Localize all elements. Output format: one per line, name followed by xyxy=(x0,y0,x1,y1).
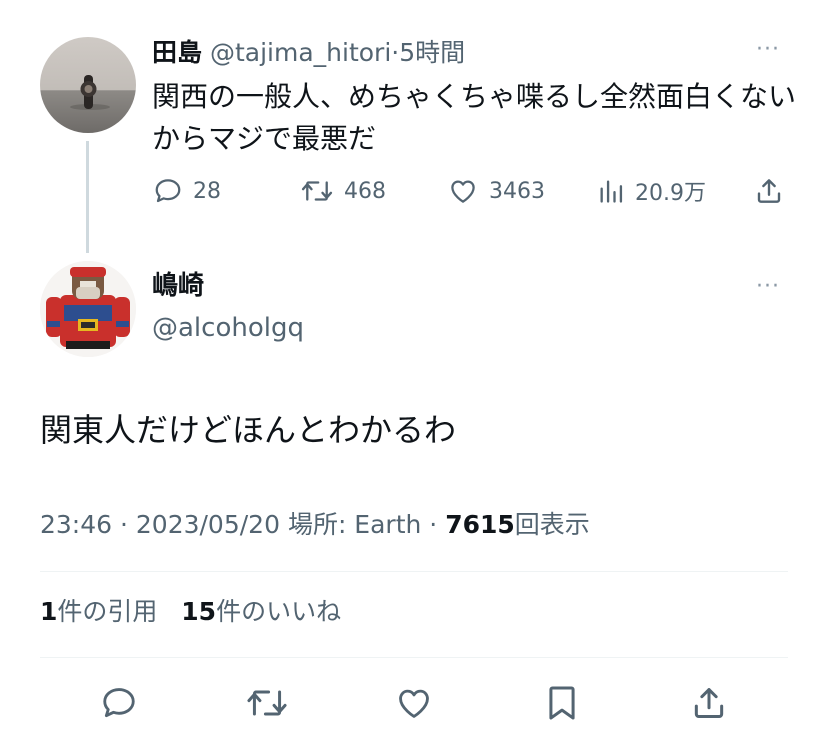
main-tweet-text: 関東人だけどほんとわかるわ xyxy=(40,411,457,449)
like-label: 件のいいね xyxy=(216,597,342,626)
heart-icon xyxy=(451,180,475,203)
divider xyxy=(40,571,788,572)
meta-separator: · xyxy=(112,510,136,539)
reply-icon xyxy=(103,688,135,718)
parent-retweet-button[interactable]: 468 xyxy=(300,175,386,207)
reply-icon xyxy=(155,179,181,203)
bookmark-icon xyxy=(549,686,575,720)
tweet-metadata: 23:46 · 2023/05/20 場所: Earth · 7615回表示 xyxy=(40,508,590,542)
parent-tweet-text: 関西の一般人、めちゃくちゃ喋るし全然面白くないからマジで最悪だ xyxy=(152,80,797,155)
parent-more-icon[interactable]: ··· xyxy=(756,39,780,61)
engagement-stats: 1件の引用 15件のいいね xyxy=(40,595,341,629)
main-more-icon[interactable]: ··· xyxy=(756,276,780,298)
parent-like-button[interactable]: 3463 xyxy=(447,175,545,207)
view-label: 回表示 xyxy=(514,510,590,539)
meta-separator: · xyxy=(421,510,446,539)
heart-icon xyxy=(399,689,429,718)
parent-reply-button[interactable]: 28 xyxy=(153,175,221,207)
main-handle[interactable]: @alcoholgq xyxy=(152,312,304,344)
tweet-location: 場所: Earth xyxy=(287,510,422,539)
bookmark-button[interactable] xyxy=(545,684,579,726)
reply-button[interactable] xyxy=(100,684,138,726)
divider xyxy=(40,657,788,658)
parent-display-name[interactable]: 田島 xyxy=(152,38,202,67)
likes-link[interactable]: 15件のいいね xyxy=(181,597,341,626)
parent-tweet-header: 田島 @tajima_hitori·5時間 xyxy=(152,38,465,68)
parent-time[interactable]: 5時間 xyxy=(399,38,465,67)
quote-count: 1 xyxy=(40,597,58,626)
parent-views-button[interactable]: 20.9万 xyxy=(597,175,706,207)
parent-reply-count: 28 xyxy=(193,178,221,204)
views-icon xyxy=(600,180,623,203)
parent-like-count: 3463 xyxy=(489,178,545,204)
retweet-button[interactable] xyxy=(245,684,289,726)
parent-avatar[interactable] xyxy=(40,37,136,133)
parent-view-count: 20.9万 xyxy=(635,181,706,206)
like-count: 15 xyxy=(181,597,217,626)
like-button[interactable] xyxy=(394,684,434,726)
quote-label: 件の引用 xyxy=(57,597,158,626)
retweet-icon xyxy=(301,181,333,201)
retweet-icon xyxy=(247,690,287,716)
avatar-image xyxy=(40,261,136,357)
thread-line xyxy=(86,141,89,253)
share-icon xyxy=(694,688,724,718)
main-avatar[interactable] xyxy=(40,261,136,357)
parent-retweet-count: 468 xyxy=(344,178,386,204)
parent-handle[interactable]: @tajima_hitori xyxy=(210,38,391,67)
share-icon xyxy=(757,179,781,203)
parent-share-button[interactable] xyxy=(754,175,784,207)
quotes-link[interactable]: 1件の引用 xyxy=(40,597,157,626)
share-button[interactable] xyxy=(690,684,728,726)
tweet-time[interactable]: 23:46 xyxy=(40,510,112,539)
view-count: 7615 xyxy=(445,510,515,539)
main-display-name[interactable]: 嶋崎 xyxy=(152,270,204,302)
avatar-image xyxy=(70,75,110,110)
tweet-date[interactable]: 2023/05/20 xyxy=(136,510,280,539)
